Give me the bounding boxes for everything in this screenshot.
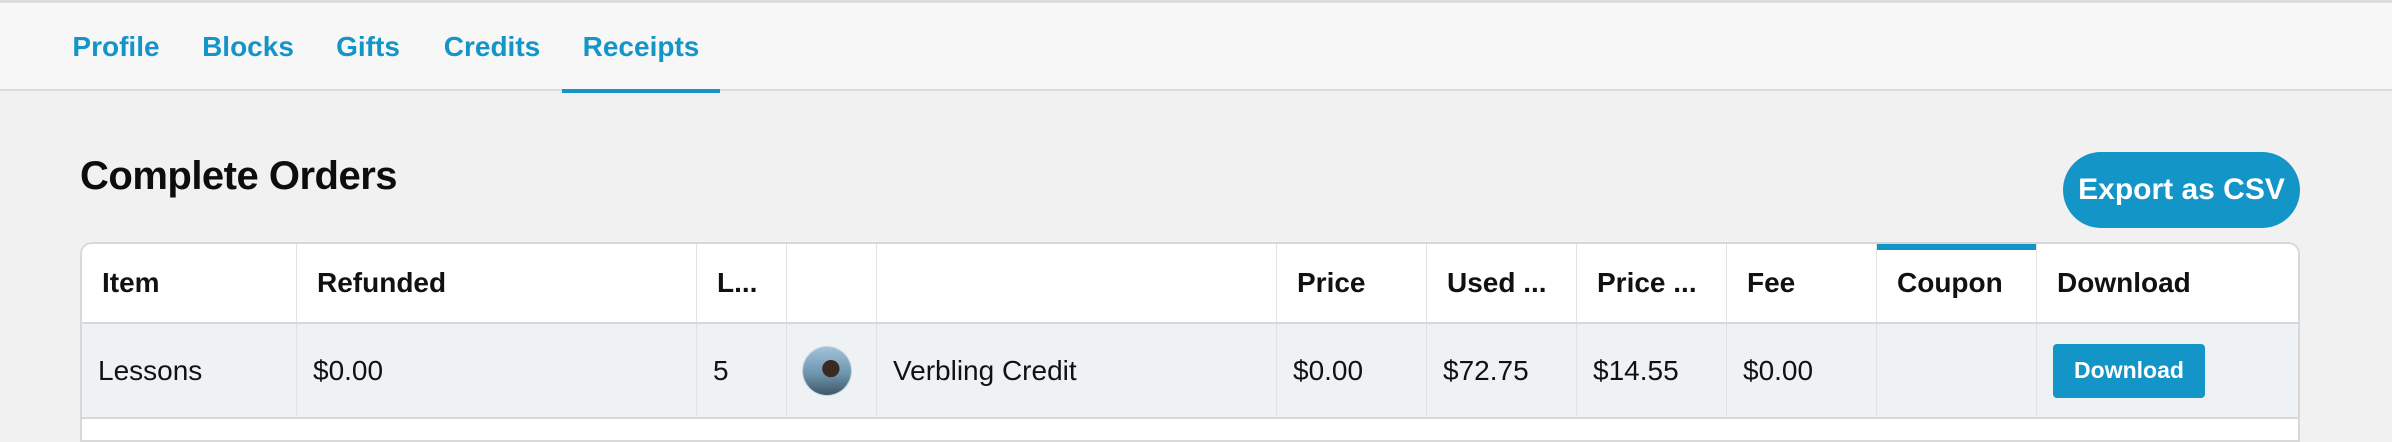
refunded-text: $0.00 bbox=[313, 354, 384, 386]
tab-blocks[interactable]: Blocks bbox=[198, 3, 298, 91]
tab-gifts[interactable]: Gifts bbox=[330, 3, 406, 91]
cell-item: Lessons bbox=[82, 324, 297, 417]
column-header-price-per[interactable]: Price ... bbox=[1577, 244, 1727, 322]
column-header-fee[interactable]: Fee bbox=[1727, 244, 1877, 322]
column-header-download: Download bbox=[2057, 267, 2191, 298]
column-header-provider bbox=[877, 244, 1277, 322]
cell-fee: $0.00 bbox=[1727, 324, 1877, 417]
used-text: $72.75 bbox=[1443, 354, 1529, 386]
table-header-row: Item Refunded L... Price Used ... Price … bbox=[82, 244, 2298, 324]
cell-lessons: 5 bbox=[697, 324, 787, 417]
table-row: Lessons $0.00 5 Verbling Credit $0.00 $7… bbox=[82, 324, 2298, 419]
price-per-text: $14.55 bbox=[1593, 354, 1679, 386]
cell-download: Download bbox=[2037, 324, 2298, 417]
fee-text: $0.00 bbox=[1743, 354, 1814, 386]
cell-used: $72.75 bbox=[1427, 324, 1577, 417]
column-header-coupon[interactable]: Coupon bbox=[1877, 244, 2037, 322]
lessons-text: 5 bbox=[713, 354, 729, 386]
item-text: Lessons bbox=[98, 354, 203, 386]
avatar bbox=[803, 346, 851, 395]
cell-price-per: $14.55 bbox=[1577, 324, 1727, 417]
column-header-price[interactable]: Price bbox=[1277, 244, 1427, 322]
tab-bar: Profile Blocks Gifts Credits Receipts bbox=[0, 3, 2392, 93]
column-header-refunded[interactable]: Refunded bbox=[297, 244, 697, 322]
column-header-avatar bbox=[787, 244, 877, 322]
cell-refunded: $0.00 bbox=[297, 324, 697, 417]
price-text: $0.00 bbox=[1293, 354, 1364, 386]
cell-price: $0.00 bbox=[1277, 324, 1427, 417]
column-header-lessons[interactable]: L... bbox=[697, 244, 787, 322]
cell-coupon bbox=[1877, 324, 2037, 417]
column-header-used[interactable]: Used ... bbox=[1427, 244, 1577, 322]
tab-profile[interactable]: Profile bbox=[66, 3, 166, 91]
orders-table: Item Refunded L... Price Used ... Price … bbox=[80, 242, 2300, 442]
tab-credits[interactable]: Credits bbox=[436, 3, 548, 91]
provider-text: Verbling Credit bbox=[893, 354, 1077, 386]
export-csv-button[interactable]: Export as CSV bbox=[2063, 152, 2300, 228]
tab-receipts[interactable]: Receipts bbox=[562, 3, 720, 93]
page-title: Complete Orders bbox=[80, 154, 398, 198]
cell-provider: Verbling Credit bbox=[877, 324, 1277, 417]
column-header-item[interactable]: Item bbox=[82, 244, 297, 322]
cell-avatar bbox=[787, 324, 877, 417]
download-button[interactable]: Download bbox=[2053, 343, 2205, 398]
